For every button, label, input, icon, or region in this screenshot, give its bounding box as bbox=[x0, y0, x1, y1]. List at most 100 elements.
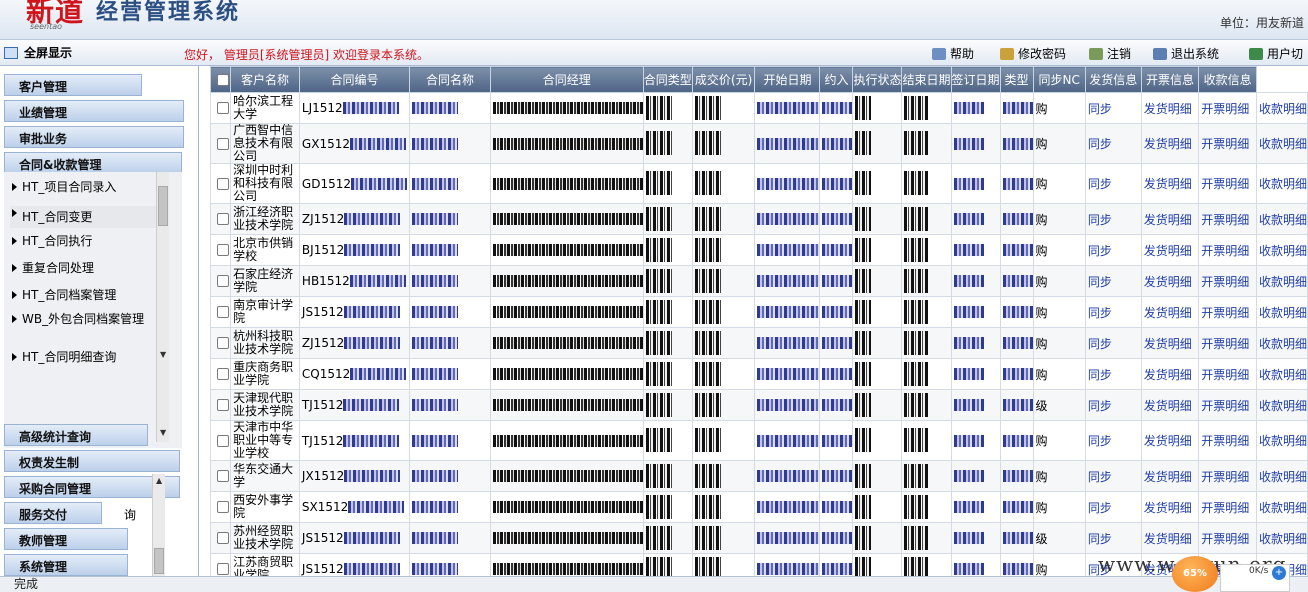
row-checkbox[interactable] bbox=[217, 275, 229, 287]
receipt-text[interactable]: 收款明细 bbox=[1259, 244, 1307, 258]
invoice-text[interactable]: 开票明细 bbox=[1201, 501, 1249, 515]
row-checkbox-cell[interactable] bbox=[210, 389, 232, 421]
sync-text[interactable]: 同步 bbox=[1088, 337, 1112, 351]
row-checkbox[interactable] bbox=[217, 102, 229, 114]
table-row[interactable]: 南京审计学院 JS1512 购 同步 发货明细 开票明细 收款明细 bbox=[210, 296, 1308, 328]
shipping-detail-cell[interactable]: 发货明细 bbox=[1140, 296, 1200, 328]
ship-text[interactable]: 发货明细 bbox=[1144, 501, 1192, 515]
submenu-item-contract-entry[interactable]: HT_项目合同录入 bbox=[10, 180, 156, 194]
sidebar-scrollbar[interactable]: ▲ bbox=[152, 474, 165, 576]
sidebar-section-advanced-stats[interactable]: 高级统计查询 bbox=[4, 424, 148, 446]
invoice-text[interactable]: 开票明细 bbox=[1201, 244, 1249, 258]
scroll-down-arrow-icon[interactable]: ▼ bbox=[160, 428, 166, 437]
receipt-text[interactable]: 收款明细 bbox=[1259, 399, 1307, 413]
sidebar-section-contract[interactable]: 合同&收款管理 bbox=[4, 152, 182, 174]
sidebar-section-service[interactable]: 服务交付 bbox=[4, 502, 102, 524]
shipping-detail-cell[interactable]: 发货明细 bbox=[1140, 234, 1200, 266]
sidebar-section-system[interactable]: 系统管理 bbox=[4, 554, 128, 576]
sync-nc-cell[interactable]: 同步 bbox=[1084, 296, 1142, 328]
row-checkbox-cell[interactable] bbox=[210, 163, 232, 204]
ship-text[interactable]: 发货明细 bbox=[1144, 532, 1192, 546]
invoice-detail-cell[interactable]: 开票明细 bbox=[1198, 234, 1257, 266]
receipt-detail-cell[interactable]: 收款明细 bbox=[1255, 234, 1308, 266]
invoice-text[interactable]: 开票明细 bbox=[1201, 337, 1249, 351]
sync-nc-cell[interactable]: 同步 bbox=[1084, 522, 1142, 554]
row-checkbox[interactable] bbox=[217, 337, 229, 349]
sync-nc-cell[interactable]: 同步 bbox=[1084, 389, 1142, 421]
plus-icon[interactable]: + bbox=[1272, 566, 1286, 580]
invoice-detail-cell[interactable]: 开票明细 bbox=[1198, 389, 1257, 421]
sync-nc-cell[interactable]: 同步 bbox=[1084, 92, 1142, 124]
table-row[interactable]: 杭州科技职业技术学院 ZJ1512 购 同步 发货明细 开票明细 收款明细 bbox=[210, 327, 1308, 359]
sync-text[interactable]: 同步 bbox=[1088, 368, 1112, 382]
invoice-text[interactable]: 开票明细 bbox=[1201, 368, 1249, 382]
receipt-detail-cell[interactable]: 收款明细 bbox=[1255, 92, 1308, 124]
table-row[interactable]: 苏州经贸职业技术学院 JS1512 级 同步 发货明细 开票明细 收款明细 bbox=[210, 522, 1308, 554]
receipt-detail-cell[interactable]: 收款明细 bbox=[1255, 389, 1308, 421]
row-checkbox[interactable] bbox=[217, 563, 229, 575]
row-checkbox-cell[interactable] bbox=[210, 420, 232, 461]
shipping-detail-cell[interactable]: 发货明细 bbox=[1140, 163, 1200, 204]
table-row[interactable]: 西安外事学院 SX1512 购 同步 发货明细 开票明细 收款明细 bbox=[210, 491, 1308, 523]
invoice-text[interactable]: 开票明细 bbox=[1201, 532, 1249, 546]
invoice-detail-cell[interactable]: 开票明细 bbox=[1198, 296, 1257, 328]
receipt-text[interactable]: 收款明细 bbox=[1259, 213, 1307, 227]
row-checkbox[interactable] bbox=[217, 306, 229, 318]
sidebar-section-approval[interactable]: 审批业务 bbox=[4, 126, 184, 148]
receipt-detail-cell[interactable]: 收款明细 bbox=[1255, 327, 1308, 359]
exit-system-button[interactable]: 退出系统 bbox=[1153, 45, 1219, 62]
receipt-detail-cell[interactable]: 收款明细 bbox=[1255, 296, 1308, 328]
invoice-detail-cell[interactable]: 开票明细 bbox=[1198, 327, 1257, 359]
row-checkbox-cell[interactable] bbox=[210, 358, 232, 390]
sync-text[interactable]: 同步 bbox=[1088, 177, 1112, 191]
speed-gauge[interactable]: 65% bbox=[1172, 556, 1218, 592]
select-all-checkbox[interactable] bbox=[216, 73, 229, 86]
table-row[interactable]: 深圳中时利和科技有限公司 GD1512 购 同步 发货明细 开票明细 收款明细 bbox=[210, 163, 1308, 204]
sync-nc-cell[interactable]: 同步 bbox=[1084, 420, 1142, 461]
invoice-detail-cell[interactable]: 开票明细 bbox=[1198, 491, 1257, 523]
table-row[interactable]: 北京市供销学校 BJ1512 购 同步 发货明细 开票明细 收款明细 bbox=[210, 234, 1308, 266]
submenu-item-contract-execute[interactable]: HT_合同执行 bbox=[10, 234, 156, 248]
submenu-item-contract-query[interactable]: HT_合同明细查询 bbox=[10, 350, 156, 364]
receipt-text[interactable]: 收款明细 bbox=[1259, 177, 1307, 191]
row-checkbox-cell[interactable] bbox=[210, 522, 232, 554]
invoice-detail-cell[interactable]: 开票明细 bbox=[1198, 358, 1257, 390]
shipping-detail-cell[interactable]: 发货明细 bbox=[1140, 420, 1200, 461]
row-checkbox-cell[interactable] bbox=[210, 234, 232, 266]
sync-text[interactable]: 同步 bbox=[1088, 470, 1112, 484]
table-row[interactable]: 石家庄经济学院 HB1512 购 同步 发货明细 开票明细 收款明细 bbox=[210, 265, 1308, 297]
table-row[interactable]: 天津现代职业技术学院 TJ1512 级 同步 发货明细 开票明细 收款明细 bbox=[210, 389, 1308, 421]
receipt-text[interactable]: 收款明细 bbox=[1259, 102, 1307, 116]
receipt-text[interactable]: 收款明细 bbox=[1259, 306, 1307, 320]
sync-text[interactable]: 同步 bbox=[1088, 137, 1112, 151]
table-row[interactable]: 重庆商务职业学院 CQ1512 购 同步 发货明细 开票明细 收款明细 bbox=[210, 358, 1308, 390]
submenu-scroll-thumb[interactable] bbox=[158, 186, 168, 226]
change-password-button[interactable]: 修改密码 bbox=[1000, 45, 1066, 62]
receipt-text[interactable]: 收款明细 bbox=[1259, 368, 1307, 382]
invoice-text[interactable]: 开票明细 bbox=[1201, 399, 1249, 413]
receipt-text[interactable]: 收款明细 bbox=[1259, 532, 1307, 546]
receipt-detail-cell[interactable]: 收款明细 bbox=[1255, 123, 1308, 164]
row-checkbox-cell[interactable] bbox=[210, 327, 232, 359]
sync-text[interactable]: 同步 bbox=[1088, 102, 1112, 116]
sidebar-section-accrual[interactable]: 权责发生制 bbox=[4, 450, 180, 472]
invoice-text[interactable]: 开票明细 bbox=[1201, 306, 1249, 320]
fullscreen-button[interactable]: 全屏显示 bbox=[4, 44, 72, 61]
row-checkbox[interactable] bbox=[217, 501, 229, 513]
select-all-checkbox-header[interactable] bbox=[210, 66, 232, 93]
invoice-detail-cell[interactable]: 开票明细 bbox=[1198, 265, 1257, 297]
receipt-detail-cell[interactable]: 收款明细 bbox=[1255, 420, 1308, 461]
scroll-up-arrow-icon[interactable]: ▲ bbox=[156, 476, 162, 485]
row-checkbox[interactable] bbox=[217, 470, 229, 482]
ship-text[interactable]: 发货明细 bbox=[1144, 244, 1192, 258]
row-checkbox-cell[interactable] bbox=[210, 296, 232, 328]
receipt-text[interactable]: 收款明细 bbox=[1259, 434, 1307, 448]
row-checkbox[interactable] bbox=[217, 532, 229, 544]
help-button[interactable]: 帮助 bbox=[932, 45, 974, 62]
row-checkbox-cell[interactable] bbox=[210, 460, 232, 492]
ship-text[interactable]: 发货明细 bbox=[1144, 470, 1192, 484]
table-row[interactable]: 浙江经济职业技术学院 ZJ1512 购 同步 发货明细 开票明细 收款明细 bbox=[210, 203, 1308, 235]
receipt-detail-cell[interactable]: 收款明细 bbox=[1255, 460, 1308, 492]
shipping-detail-cell[interactable]: 发货明细 bbox=[1140, 123, 1200, 164]
sync-text[interactable]: 同步 bbox=[1088, 399, 1112, 413]
